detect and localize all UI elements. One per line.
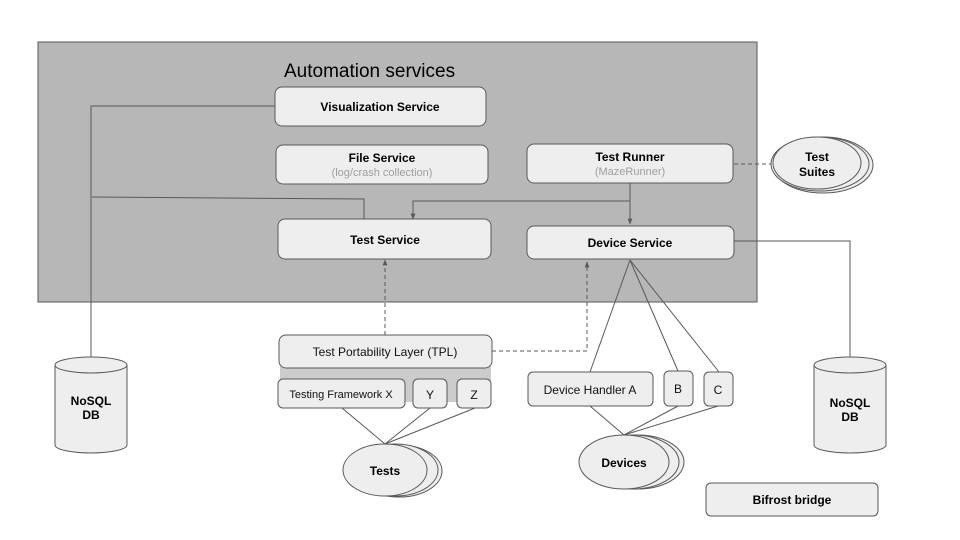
nosql-db-right-line2: DB (841, 410, 859, 424)
framework-z-label: Z (470, 388, 477, 402)
nosql-db-right[interactable]: NoSQL DB (813, 356, 887, 454)
connector-handler-c-to-devices (623, 405, 719, 436)
test-runner-label: Test Runner (595, 150, 664, 164)
tpl-group: Test Portability Layer (TPL) Testing Fra… (277, 334, 493, 409)
test-suites[interactable]: Test Suites (770, 136, 874, 194)
bifrost-bridge[interactable]: Bifrost bridge (705, 482, 879, 517)
connector-framework-y-to-tests (384, 407, 431, 445)
device-handler-a-label: Device Handler A (544, 383, 637, 397)
device-service-label: Device Service (588, 236, 673, 250)
test-service-label: Test Service (350, 233, 420, 247)
test-runner[interactable]: Test Runner (MazeRunner) (526, 143, 734, 184)
connector-handler-a-to-devices (589, 405, 625, 436)
test-suites-label-line2: Suites (799, 165, 835, 179)
framework-x[interactable]: Testing Framework X (277, 378, 406, 409)
framework-x-label: Testing Framework X (289, 389, 393, 401)
tpl-box[interactable]: Test Portability Layer (TPL) (278, 334, 493, 369)
device-handler-c-label: C (714, 383, 723, 397)
device-handler-c[interactable]: C (703, 371, 734, 407)
device-handler-b[interactable]: B (663, 370, 694, 407)
file-service-label: File Service (349, 151, 416, 165)
connector-framework-z-to-tests (384, 407, 476, 445)
device-service[interactable]: Device Service (526, 225, 735, 260)
bifrost-bridge-label: Bifrost bridge (753, 493, 832, 507)
visualization-service[interactable]: Visualization Service (274, 86, 487, 127)
container-title: Automation services (284, 61, 455, 82)
test-runner-sublabel: (MazeRunner) (595, 166, 665, 178)
devices-label: Devices (601, 456, 647, 470)
file-service[interactable]: File Service (log/crash collection) (275, 144, 489, 185)
tests[interactable]: Tests (342, 443, 443, 498)
file-service-sublabel: (log/crash collection) (332, 167, 433, 179)
test-suites-label-line1: Test (805, 150, 829, 164)
architecture-diagram: Automation services Visualization Servic… (37, 41, 887, 517)
framework-y[interactable]: Y (412, 378, 448, 409)
tests-label: Tests (370, 464, 401, 478)
db-top (54, 356, 128, 374)
framework-y-label: Y (426, 388, 434, 402)
devices[interactable]: Devices (578, 434, 685, 490)
nosql-db-left-line1: NoSQL (71, 394, 112, 408)
connector-framework-x-to-tests (341, 407, 386, 445)
framework-z[interactable]: Z (456, 378, 492, 409)
device-handler-b-label: B (674, 382, 682, 396)
nosql-db-right-line1: NoSQL (830, 396, 871, 410)
tpl-label: Test Portability Layer (TPL) (313, 345, 458, 359)
visualization-service-label: Visualization Service (320, 100, 439, 114)
nosql-db-left-line2: DB (82, 408, 100, 422)
db-top (813, 356, 887, 374)
nosql-db-left[interactable]: NoSQL DB (54, 356, 128, 454)
device-handler-a[interactable]: Device Handler A (527, 371, 654, 407)
test-service[interactable]: Test Service (277, 218, 492, 260)
